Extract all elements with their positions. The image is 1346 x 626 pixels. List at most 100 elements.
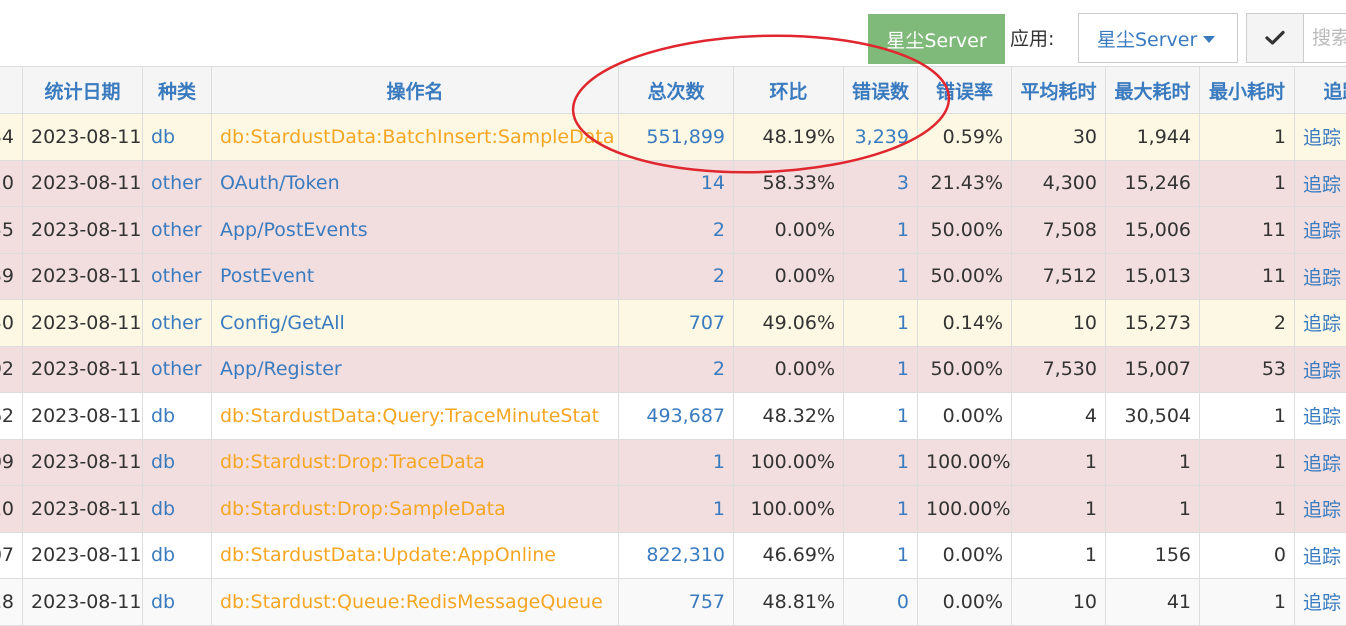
avg-cost-value: 1	[1012, 532, 1106, 579]
table-row: 092023-08-11dbdb:Stardust:Drop:TraceData…	[0, 439, 1346, 486]
avg-cost-value: 1	[1012, 439, 1106, 486]
stat-date: 2023-08-11	[23, 114, 143, 161]
operation-name-link[interactable]: App/Register	[212, 346, 619, 393]
operation-name-link[interactable]: db:Stardust:Queue:RedisMessageQueue	[212, 579, 619, 626]
error-rate-value: 50.00%	[918, 253, 1012, 300]
col-avg-cost[interactable]: 平均耗时	[1012, 67, 1106, 114]
col-total[interactable]: 总次数	[619, 67, 734, 114]
avg-cost-value: 30	[1012, 114, 1106, 161]
operation-name-link[interactable]: db:StardustData:BatchInsert:SampleData	[212, 114, 619, 161]
confirm-button[interactable]	[1246, 13, 1304, 63]
error-count-link[interactable]: 0	[844, 579, 918, 626]
row-id: 20	[0, 160, 23, 207]
col-type[interactable]: 种类	[143, 67, 212, 114]
col-name[interactable]: 操作名	[212, 67, 619, 114]
min-cost-value: 11	[1200, 207, 1295, 254]
operation-name-link[interactable]: OAuth/Token	[212, 160, 619, 207]
operation-name-link[interactable]: db:Stardust:Drop:TraceData	[212, 439, 619, 486]
error-count-link[interactable]: 1	[844, 207, 918, 254]
app-select[interactable]: 星尘Server	[1078, 13, 1238, 63]
trace-link[interactable]: 追踪	[1295, 532, 1346, 579]
avg-cost-value: 7,512	[1012, 253, 1106, 300]
max-cost-value: 156	[1106, 532, 1200, 579]
col-max-cost[interactable]: 最大耗时	[1106, 67, 1200, 114]
trace-link[interactable]: 追踪	[1295, 114, 1346, 161]
table-row: 182023-08-11dbdb:Stardust:Queue:RedisMes…	[0, 579, 1346, 626]
error-rate-value: 0.00%	[918, 393, 1012, 440]
error-count-link[interactable]: 1	[844, 300, 918, 347]
type-link[interactable]: db	[143, 393, 212, 440]
operation-name-link[interactable]: db:Stardust:Drop:SampleData	[212, 486, 619, 533]
error-count-link[interactable]: 3	[844, 160, 918, 207]
stat-date: 2023-08-11	[23, 579, 143, 626]
trace-link[interactable]: 追踪	[1295, 160, 1346, 207]
row-id: 18	[0, 579, 23, 626]
type-link[interactable]: db	[143, 439, 212, 486]
error-count-link[interactable]: 1	[844, 393, 918, 440]
total-count-link[interactable]: 757	[619, 579, 734, 626]
type-link[interactable]: other	[143, 207, 212, 254]
stat-date: 2023-08-11	[23, 486, 143, 533]
row-id: 07	[0, 532, 23, 579]
trace-link[interactable]: 追踪	[1295, 439, 1346, 486]
error-count-link[interactable]: 3,239	[844, 114, 918, 161]
max-cost-value: 15,007	[1106, 346, 1200, 393]
trace-link[interactable]: 追踪	[1295, 346, 1346, 393]
error-rate-value: 0.14%	[918, 300, 1012, 347]
trace-link[interactable]: 追踪	[1295, 207, 1346, 254]
type-link[interactable]: other	[143, 253, 212, 300]
type-link[interactable]: other	[143, 346, 212, 393]
error-rate-value: 0.00%	[918, 579, 1012, 626]
error-count-link[interactable]: 1	[844, 346, 918, 393]
operation-name-link[interactable]: Config/GetAll	[212, 300, 619, 347]
trace-link[interactable]: 追踪	[1295, 253, 1346, 300]
stat-date: 2023-08-11	[23, 439, 143, 486]
col-min-cost[interactable]: 最小耗时	[1200, 67, 1295, 114]
row-id: 55	[0, 207, 23, 254]
table-row: 342023-08-11dbdb:StardustData:BatchInser…	[0, 114, 1346, 161]
type-link[interactable]: db	[143, 486, 212, 533]
max-cost-value: 1,944	[1106, 114, 1200, 161]
trace-link[interactable]: 追踪	[1295, 486, 1346, 533]
col-date[interactable]: 统计日期	[23, 67, 143, 114]
error-count-link[interactable]: 1	[844, 253, 918, 300]
error-rate-value: 50.00%	[918, 207, 1012, 254]
operation-name-link[interactable]: db:StardustData:Update:AppOnline	[212, 532, 619, 579]
error-count-link[interactable]: 1	[844, 439, 918, 486]
col-errors[interactable]: 错误数	[844, 67, 918, 114]
search-input[interactable]	[1304, 13, 1346, 63]
total-count-link[interactable]: 2	[619, 253, 734, 300]
app-button[interactable]: 星尘Server	[868, 14, 1005, 64]
operation-name-link[interactable]: db:StardustData:Query:TraceMinuteStat	[212, 393, 619, 440]
total-count-link[interactable]: 2	[619, 346, 734, 393]
col-ratio[interactable]: 环比	[734, 67, 844, 114]
error-count-link[interactable]: 1	[844, 532, 918, 579]
ratio-value: 0.00%	[734, 253, 844, 300]
ratio-value: 0.00%	[734, 346, 844, 393]
trace-link[interactable]: 追踪	[1295, 300, 1346, 347]
trace-link[interactable]: 追踪	[1295, 393, 1346, 440]
type-link[interactable]: db	[143, 532, 212, 579]
total-count-link[interactable]: 493,687	[619, 393, 734, 440]
total-count-link[interactable]: 14	[619, 160, 734, 207]
type-link[interactable]: other	[143, 300, 212, 347]
min-cost-value: 11	[1200, 253, 1295, 300]
type-link[interactable]: other	[143, 160, 212, 207]
error-count-link[interactable]: 1	[844, 486, 918, 533]
total-count-link[interactable]: 1	[619, 486, 734, 533]
table-row: 392023-08-11otherPostEvent20.00%150.00%7…	[0, 253, 1346, 300]
avg-cost-value: 7,530	[1012, 346, 1106, 393]
avg-cost-value: 10	[1012, 579, 1106, 626]
total-count-link[interactable]: 707	[619, 300, 734, 347]
col-error-rate[interactable]: 错误率	[918, 67, 1012, 114]
total-count-link[interactable]: 1	[619, 439, 734, 486]
operation-name-link[interactable]: App/PostEvents	[212, 207, 619, 254]
table-header-row: 统计日期 种类 操作名 总次数 环比 错误数 错误率 平均耗时 最大耗时 最小耗…	[0, 67, 1346, 114]
total-count-link[interactable]: 2	[619, 207, 734, 254]
total-count-link[interactable]: 551,899	[619, 114, 734, 161]
operation-name-link[interactable]: PostEvent	[212, 253, 619, 300]
type-link[interactable]: db	[143, 579, 212, 626]
total-count-link[interactable]: 822,310	[619, 532, 734, 579]
type-link[interactable]: db	[143, 114, 212, 161]
trace-link[interactable]: 追踪	[1295, 579, 1346, 626]
